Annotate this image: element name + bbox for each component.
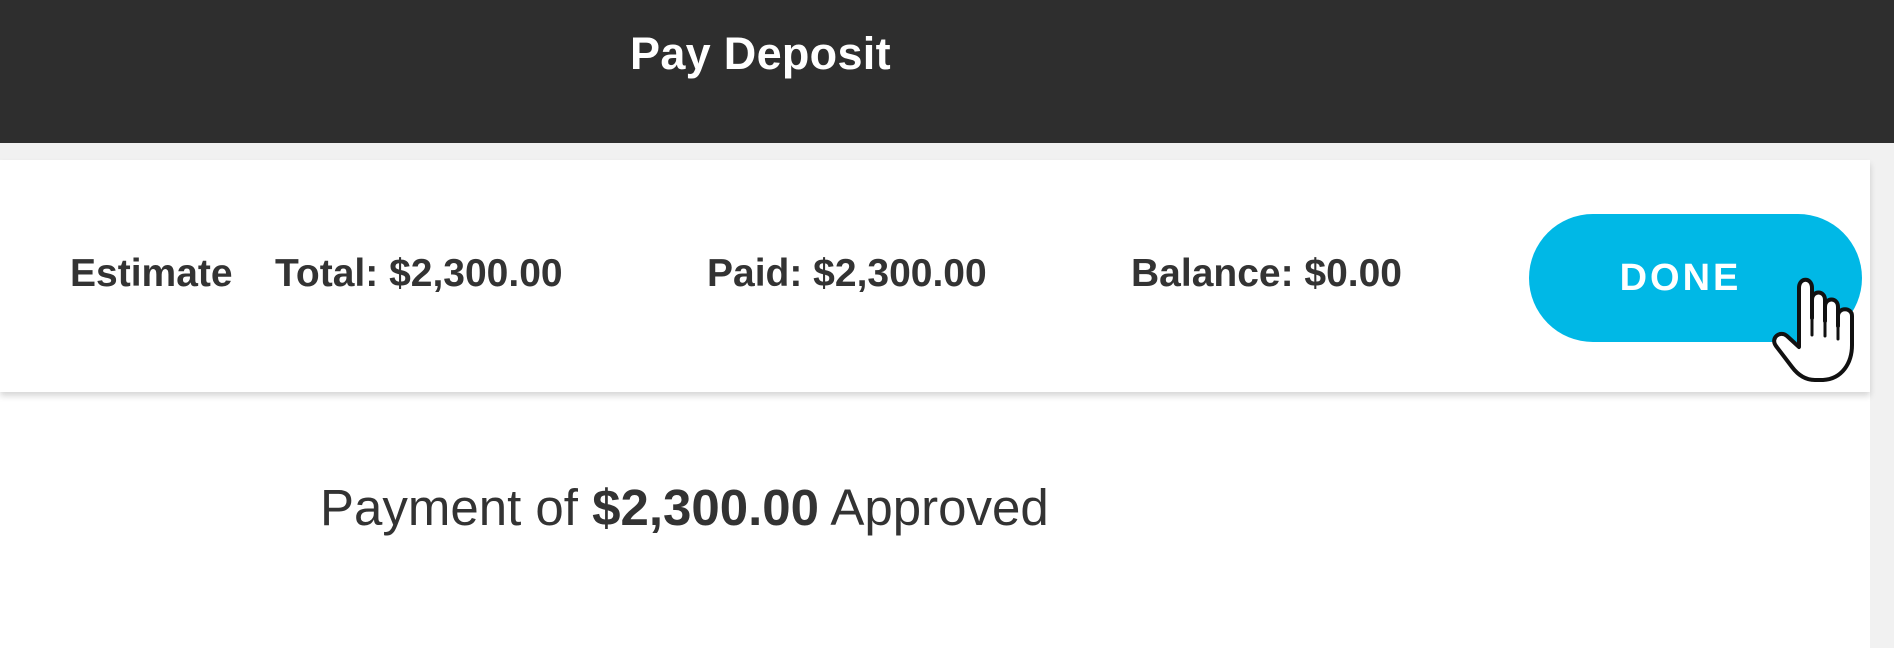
pay-deposit-screen: Pay Deposit Estimate Total: $2,300.00 Pa… [0, 0, 1894, 648]
vertical-scrollbar[interactable] [1870, 143, 1894, 648]
balance-amount: Balance: $0.00 [1131, 252, 1403, 295]
estimate-total: Total: $2,300.00 [275, 252, 563, 295]
payment-message-prefix: Payment of [320, 479, 578, 536]
done-button[interactable]: DONE [1529, 214, 1862, 342]
estimate-label: Estimate [70, 252, 233, 295]
approved-payment-amount: $2,300.00 [592, 479, 820, 536]
payment-approved-message: Payment of $2,300.00 Approved [320, 478, 1049, 537]
page-title: Pay Deposit [630, 28, 891, 79]
payment-result-area: Payment of $2,300.00 Approved [0, 392, 1870, 648]
header-separator [0, 143, 1894, 160]
estimate-summary-bar: Estimate Total: $2,300.00 Paid: $2,300.0… [0, 160, 1870, 392]
payment-message-suffix: Approved [830, 479, 1049, 536]
top-header: Pay Deposit [0, 0, 1894, 143]
paid-amount: Paid: $2,300.00 [707, 252, 987, 295]
